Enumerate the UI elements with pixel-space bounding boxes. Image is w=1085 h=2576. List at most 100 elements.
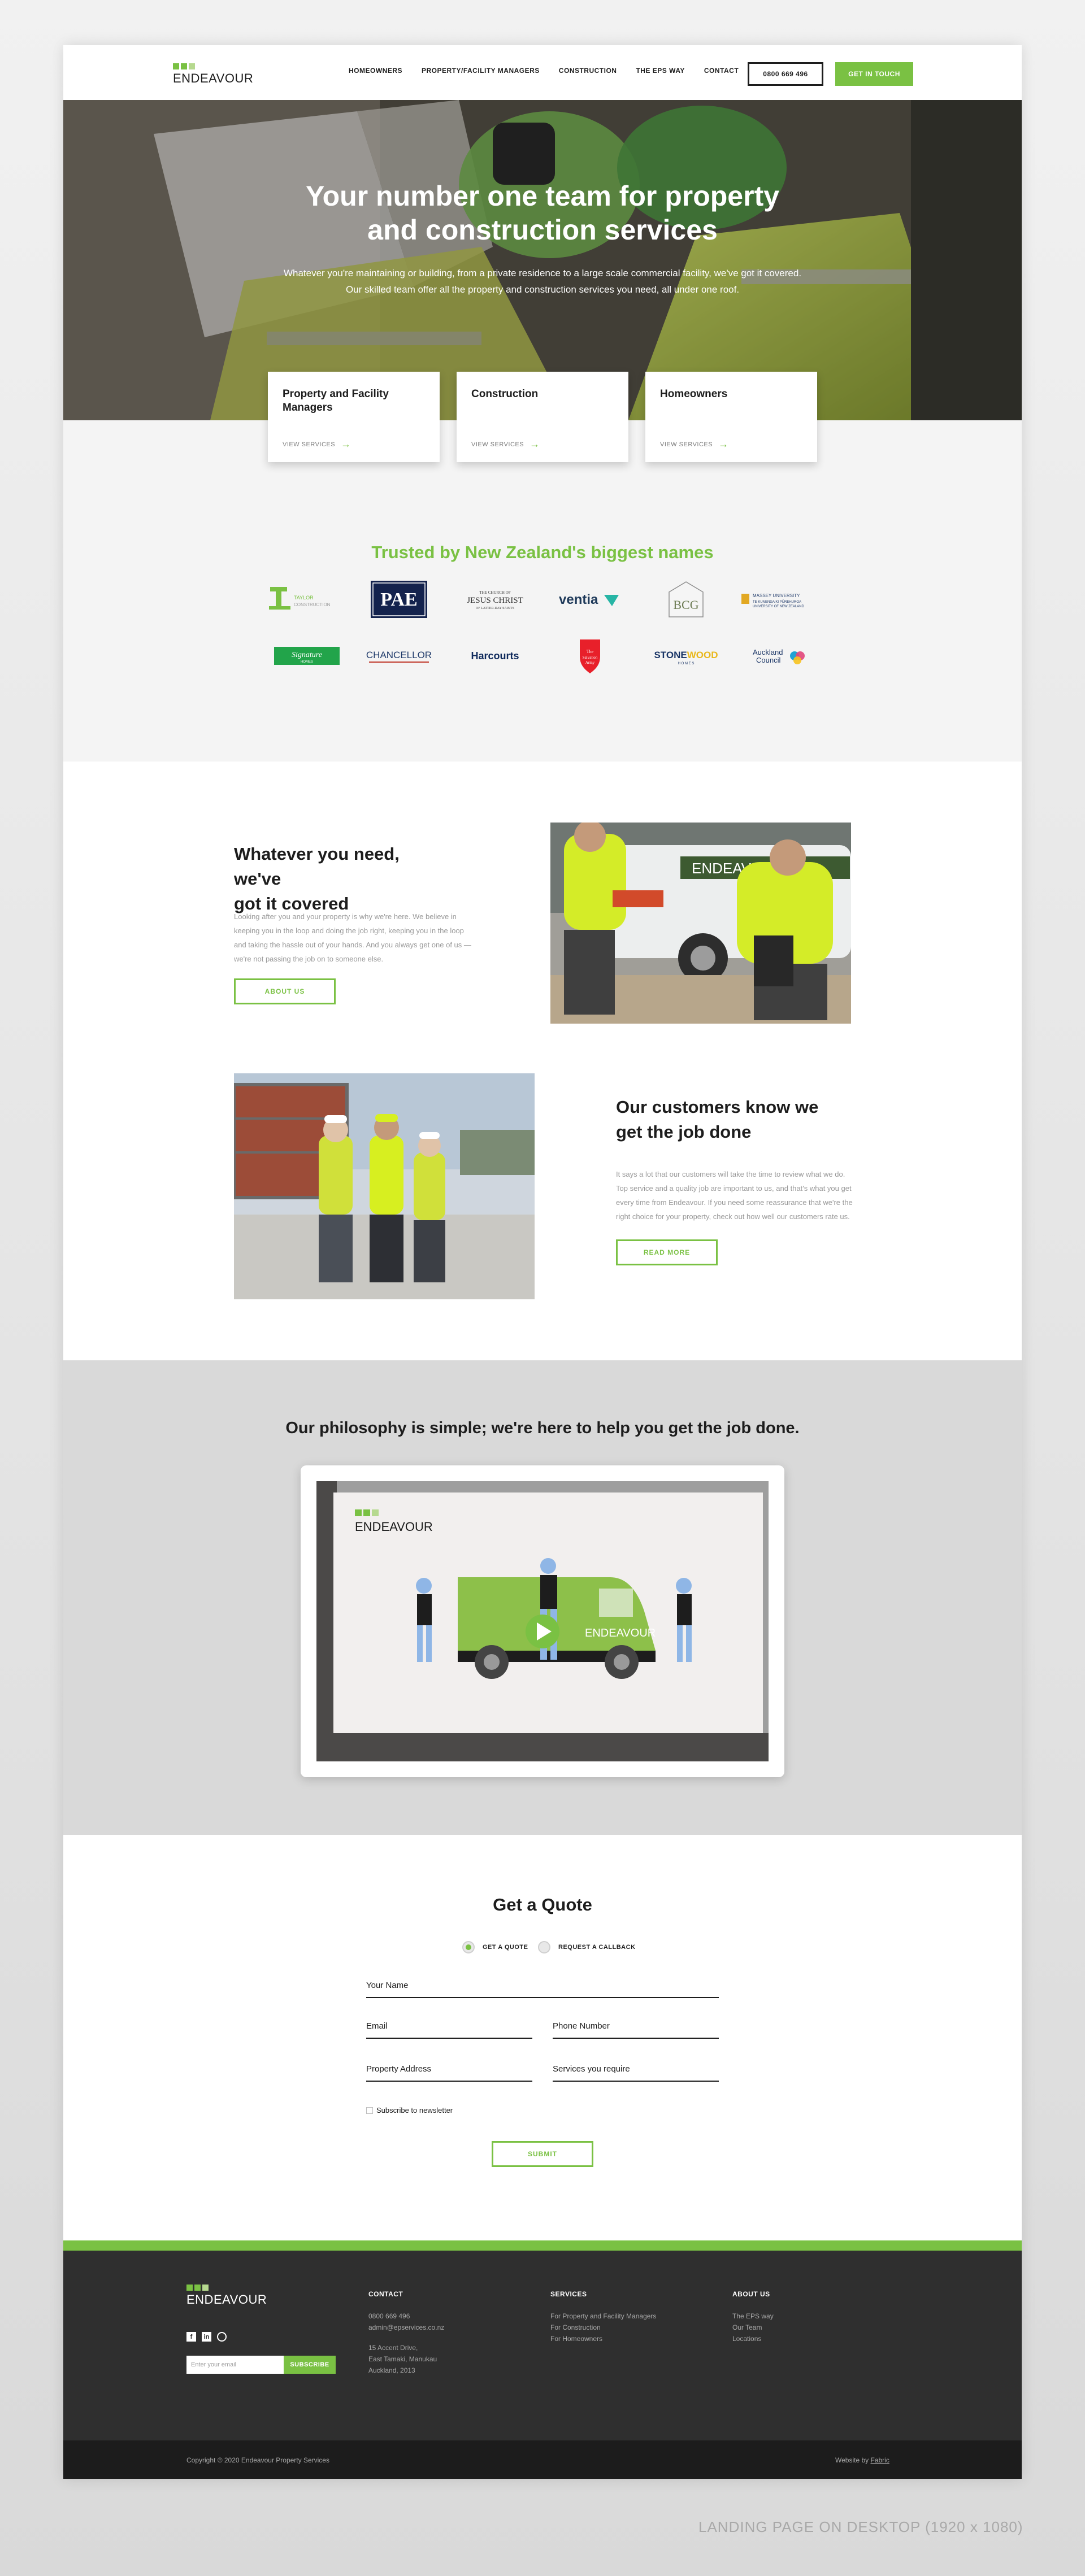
about-us-button[interactable]: ABOUT US <box>234 978 336 1004</box>
footer-accent-bar <box>63 2240 1022 2251</box>
footer-about: ABOUT US The EPS way Our Team Locations <box>732 2290 774 2344</box>
video-brand: ENDEAVOUR <box>355 1520 433 1534</box>
customers-photo <box>234 1073 535 1299</box>
quote-title: Get a Quote <box>493 1895 592 1914</box>
philosophy-title: Our philosophy is simple; we're here to … <box>285 1419 800 1437</box>
svg-text:ENDEAVOUR: ENDEAVOUR <box>585 1627 656 1639</box>
subscribe-button[interactable]: SUBSCRIBE <box>284 2356 336 2374</box>
svg-text:Army: Army <box>585 660 595 665</box>
svg-text:Harcourts: Harcourts <box>471 650 519 662</box>
logo-pae: PAE <box>359 580 439 619</box>
nav-property-managers[interactable]: PROPERTY/FACILITY MANAGERS <box>422 67 540 75</box>
svg-text:H O M E S: H O M E S <box>678 662 695 665</box>
svg-text:OF LATTER-DAY SAINTS: OF LATTER-DAY SAINTS <box>476 607 514 610</box>
svg-text:TE KUNENGA KI PŪREHUROA: TE KUNENGA KI PŪREHUROA <box>753 600 801 604</box>
subscribe-email-input[interactable]: Enter your email <box>186 2356 284 2374</box>
content-section: Whatever you need, we've got it covered … <box>63 762 1022 1360</box>
svg-text:MASSEY UNIVERSITY: MASSEY UNIVERSITY <box>753 593 800 598</box>
footer-contact-heading: CONTACT <box>368 2290 403 2298</box>
name-field[interactable]: Your Name <box>366 1981 719 1998</box>
video-player[interactable]: ENDEAVOUR ENDEAVOUR <box>316 1481 769 1761</box>
video-card: ENDEAVOUR ENDEAVOUR <box>301 1465 784 1777</box>
linkedin-icon[interactable]: in <box>202 2332 211 2342</box>
website-by-label: Website by <box>835 2456 869 2464</box>
footer-logo-text: ENDEAVOUR <box>186 2292 267 2307</box>
footer-services: SERVICES For Property and Facility Manag… <box>550 2290 656 2344</box>
footer-link[interactable]: For Homeowners <box>550 2333 656 2344</box>
svg-text:The: The <box>587 649 594 654</box>
instagram-icon[interactable] <box>217 2332 227 2342</box>
logo-signature-homes: Signature HOMES <box>268 636 347 676</box>
agency-link[interactable]: Fabric <box>870 2456 889 2464</box>
logo-bcg: BCG <box>646 580 726 619</box>
radio-get-quote-label: GET A QUOTE <box>483 1944 528 1951</box>
site-footer: ENDEAVOUR f in Enter your email SUBSCRIB… <box>63 2251 1022 2440</box>
read-more-button[interactable]: READ MORE <box>616 1239 718 1265</box>
facebook-icon[interactable]: f <box>186 2332 196 2342</box>
site-header: ENDEAVOUR HOMEOWNERS PROPERTY/FACILITY M… <box>63 45 1022 100</box>
newsletter-label: Subscribe to newsletter <box>376 2106 453 2114</box>
nav-eps-way[interactable]: THE EPS WAY <box>636 67 684 75</box>
email-field[interactable]: Email <box>366 2021 532 2039</box>
svg-text:TAYLOR: TAYLOR <box>294 595 314 601</box>
svg-text:STONEWOOD: STONEWOOD <box>654 650 718 660</box>
logo-text: ENDEAVOUR <box>173 71 254 85</box>
newsletter-checkbox-row[interactable]: Subscribe to newsletter <box>366 2106 453 2114</box>
logo-auckland-council: Auckland Council <box>738 636 817 676</box>
get-in-touch-button[interactable]: GET IN TOUCH <box>835 62 913 86</box>
card-title: Construction <box>471 388 539 400</box>
newsletter-checkbox[interactable] <box>366 2107 373 2114</box>
footer-phone[interactable]: 0800 669 496 <box>368 2310 444 2322</box>
team-with-van-photo: ENDEAVOUR <box>550 823 851 1024</box>
quote-section: Get a Quote GET A QUOTE REQUEST A CALLBA… <box>63 1835 1022 2240</box>
svg-text:UNIVERSITY OF NEW ZEALAND: UNIVERSITY OF NEW ZEALAND <box>753 605 805 608</box>
hero-title-line1: Your number one team for property <box>305 180 780 212</box>
logo-mark-icon <box>173 63 253 69</box>
card-property-managers[interactable]: Property and Facility Managers VIEW SERV… <box>268 372 440 462</box>
nav-contact[interactable]: CONTACT <box>704 67 739 75</box>
svg-text:Signature: Signature <box>292 651 322 659</box>
view-services-link[interactable]: VIEW SERVICES → <box>283 438 351 450</box>
footer-link[interactable]: Locations <box>732 2333 774 2344</box>
footer-link[interactable]: Our Team <box>732 2322 774 2333</box>
logo-ventia: ventia <box>550 580 630 619</box>
card-homeowners[interactable]: Homeowners VIEW SERVICES → <box>645 372 817 462</box>
footer-logo[interactable]: ENDEAVOUR <box>186 2285 267 2307</box>
logo[interactable]: ENDEAVOUR <box>173 63 253 86</box>
customers-body: It says a lot that our customers will ta… <box>616 1170 853 1221</box>
address-field[interactable]: Property Address <box>366 2064 532 2082</box>
svg-text:Salvation: Salvation <box>583 655 598 660</box>
customers-title-line1: Our customers know we <box>616 1097 819 1117</box>
services-field[interactable]: Services you require <box>553 2064 719 2082</box>
radio-get-quote[interactable]: GET A QUOTE <box>462 1941 528 1953</box>
footer-email[interactable]: admin@epservices.co.nz <box>368 2322 444 2333</box>
card-construction[interactable]: Construction VIEW SERVICES → <box>457 372 628 462</box>
submit-button[interactable]: SUBMIT <box>492 2141 593 2167</box>
logo-church: THE CHURCH OF JESUS CHRIST OF LATTER-DAY… <box>455 580 535 619</box>
customers-title-line2: get the job done <box>616 1122 752 1142</box>
radio-selected-icon <box>462 1941 475 1953</box>
card-title: Property and Facility Managers <box>283 388 389 414</box>
radio-request-callback[interactable]: REQUEST A CALLBACK <box>538 1941 636 1953</box>
footer-link[interactable]: The EPS way <box>732 2310 774 2322</box>
footer-address-line2: East Tamaki, Manukau <box>368 2355 437 2363</box>
svg-text:Council: Council <box>756 656 780 664</box>
footer-bottom-bar: Copyright © 2020 Endeavour Property Serv… <box>63 2440 1022 2479</box>
social-links: f in <box>186 2332 227 2342</box>
view-services-link[interactable]: VIEW SERVICES → <box>660 438 729 450</box>
need-body: Looking after you and your property is w… <box>234 912 471 963</box>
footer-contact: CONTACT 0800 669 496 admin@epservices.co… <box>368 2290 444 2376</box>
footer-link[interactable]: For Property and Facility Managers <box>550 2310 656 2322</box>
logo-mark-icon <box>186 2285 267 2291</box>
phone-field[interactable]: Phone Number <box>553 2021 719 2039</box>
page-caption: LANDING PAGE ON DESKTOP (1920 x 1080) <box>698 2518 1023 2535</box>
svg-text:PAE: PAE <box>380 589 417 610</box>
nav-construction[interactable]: CONSTRUCTION <box>559 67 617 75</box>
trusted-section: Trusted by New Zealand's biggest names T… <box>63 420 1022 762</box>
view-services-link[interactable]: VIEW SERVICES → <box>471 438 540 450</box>
nav-homeowners[interactable]: HOMEOWNERS <box>349 67 402 75</box>
phone-button[interactable]: 0800 669 496 <box>748 62 823 86</box>
logo-chancellor: CHANCELLOR <box>359 636 439 676</box>
footer-link[interactable]: For Construction <box>550 2322 656 2333</box>
need-title-line1: Whatever you need, we've <box>234 844 400 889</box>
